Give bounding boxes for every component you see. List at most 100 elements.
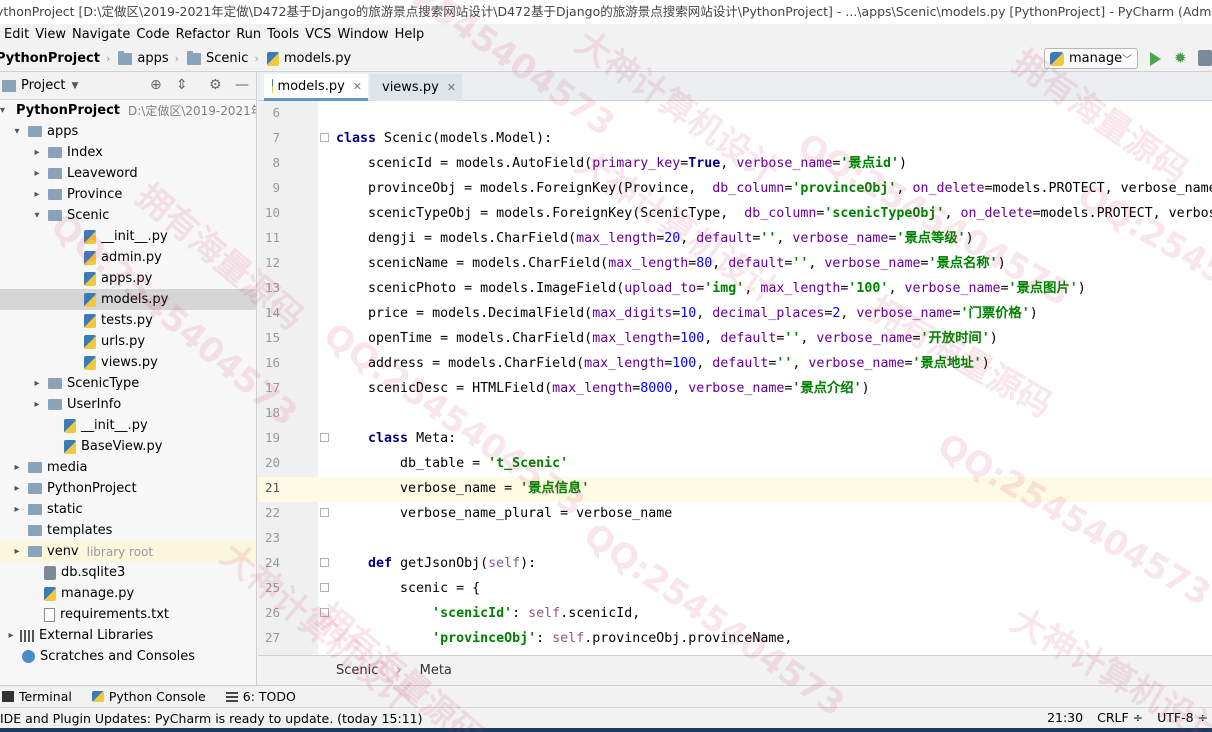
python-console-button[interactable]: Python Console bbox=[90, 689, 206, 704]
tree-item[interactable]: ▾ Scenic bbox=[0, 205, 256, 226]
breadcrumb-meta[interactable]: Meta bbox=[420, 663, 452, 678]
menu-edit[interactable]: Edit bbox=[4, 25, 35, 45]
tree-item[interactable]: models.py bbox=[0, 289, 256, 310]
code-line[interactable]: scenicTypeObj = models.ForeignKey(Scenic… bbox=[336, 205, 1212, 223]
nav-crumb-file[interactable]: › models.py bbox=[248, 51, 351, 66]
nav-crumb-scenic[interactable]: › Scenic bbox=[169, 50, 248, 66]
code-line[interactable]: verbose_name_plural = verbose_name bbox=[336, 505, 672, 523]
tab-views-py[interactable]: views.py ✕ bbox=[370, 74, 462, 101]
chevron-down-icon[interactable]: ▾ bbox=[0, 105, 5, 116]
stop-icon[interactable] bbox=[1198, 50, 1212, 66]
menu-refactor[interactable]: Refactor bbox=[176, 25, 237, 45]
tree-item[interactable]: ▸ static bbox=[0, 499, 256, 520]
tree-item[interactable]: ▾ PythonProject D:\定做区\2019-2021年定 bbox=[0, 100, 256, 121]
menu-window[interactable]: Window bbox=[337, 25, 394, 45]
code-line[interactable]: db_table = 't_Scenic' bbox=[336, 455, 568, 473]
breadcrumb-class[interactable]: Scenic bbox=[336, 663, 378, 678]
chevron-right-icon[interactable]: ▸ bbox=[32, 189, 42, 200]
tree-item[interactable]: admin.py bbox=[0, 247, 256, 268]
tree-item[interactable]: manage.py bbox=[0, 583, 256, 604]
code-line[interactable]: 'scenicId': self.scenicId, bbox=[336, 605, 640, 623]
chevron-right-icon[interactable]: ▸ bbox=[12, 462, 22, 473]
close-icon[interactable]: ✕ bbox=[353, 80, 362, 93]
tree-item[interactable]: ▸ ScenicType bbox=[0, 373, 256, 394]
nav-crumb-apps[interactable]: › apps bbox=[100, 50, 169, 66]
tree-item[interactable]: ▸ Leaveword bbox=[0, 163, 256, 184]
terminal-button[interactable]: Terminal bbox=[0, 689, 72, 704]
chevron-right-icon[interactable]: ▸ bbox=[12, 504, 22, 515]
line-separator[interactable]: CRLF ÷ bbox=[1097, 710, 1143, 725]
fold-marker-icon[interactable] bbox=[320, 433, 329, 442]
tree-item[interactable]: ▸ UserInfo bbox=[0, 394, 256, 415]
fold-marker-icon[interactable] bbox=[320, 558, 329, 567]
chevron-right-icon[interactable]: ▸ bbox=[32, 168, 42, 179]
locate-icon[interactable]: ⊕ bbox=[150, 78, 162, 92]
close-icon[interactable]: ✕ bbox=[447, 81, 456, 94]
menu-vcs[interactable]: VCS bbox=[305, 25, 337, 45]
nav-crumb-project[interactable]: PythonProject bbox=[0, 51, 100, 66]
chevron-right-icon[interactable]: ▸ bbox=[12, 546, 22, 557]
tree-item[interactable]: urls.py bbox=[0, 331, 256, 352]
code-line[interactable]: class Meta: bbox=[336, 430, 456, 448]
code-line[interactable]: price = models.DecimalField(max_digits=1… bbox=[336, 305, 1038, 323]
chevron-right-icon[interactable]: ▸ bbox=[32, 399, 42, 410]
status-message[interactable]: IDE and Plugin Updates: PyCharm is ready… bbox=[0, 711, 422, 726]
code-line[interactable]: 'provinceObj': self.provinceObj.province… bbox=[336, 630, 792, 648]
project-view-select[interactable]: Project bbox=[21, 78, 65, 93]
chevron-down-icon[interactable]: ▼ bbox=[71, 81, 78, 91]
minimize-icon[interactable]: — bbox=[235, 78, 249, 92]
tab-models-py[interactable]: models.py ✕ bbox=[264, 74, 368, 101]
fold-marker-icon[interactable] bbox=[320, 608, 329, 617]
tree-item[interactable]: ▾ apps bbox=[0, 121, 256, 142]
caret-position[interactable]: 21:30 bbox=[1047, 710, 1083, 725]
tree-item[interactable]: apps.py bbox=[0, 268, 256, 289]
code-line[interactable]: scenicId = models.AutoField(primary_key=… bbox=[336, 155, 907, 173]
code-line[interactable]: scenicName = models.CharField(max_length… bbox=[336, 255, 1006, 273]
tree-item[interactable]: ▸ PythonProject bbox=[0, 478, 256, 499]
collapse-icon[interactable]: ⇕ bbox=[176, 78, 188, 92]
code-line[interactable]: provinceObj = models.ForeignKey(Province… bbox=[336, 180, 1212, 198]
code-line[interactable]: openTime = models.CharField(max_length=1… bbox=[336, 330, 998, 348]
tree-item[interactable]: ▸ Index bbox=[0, 142, 256, 163]
tree-item[interactable]: requirements.txt bbox=[0, 604, 256, 625]
code-line[interactable]: scenicPhoto = models.ImageField(upload_t… bbox=[336, 280, 1086, 298]
gear-icon[interactable]: ⚙ bbox=[209, 78, 222, 92]
run-icon[interactable] bbox=[1150, 52, 1161, 66]
chevron-down-icon[interactable]: ▾ bbox=[32, 210, 42, 221]
tree-item[interactable]: Scratches and Consoles bbox=[0, 646, 256, 667]
tree-item[interactable]: views.py bbox=[0, 352, 256, 373]
tree-item[interactable]: templates bbox=[0, 520, 256, 541]
code-line[interactable]: def getJsonObj(self): bbox=[336, 555, 536, 573]
chevron-down-icon[interactable]: ▾ bbox=[12, 126, 22, 137]
menu-tools[interactable]: Tools bbox=[267, 25, 305, 45]
tree-item[interactable]: tests.py bbox=[0, 310, 256, 331]
fold-marker-icon[interactable] bbox=[320, 583, 329, 592]
code-line[interactable]: class Scenic(models.Model): bbox=[336, 130, 552, 148]
menu-help[interactable]: Help bbox=[395, 25, 431, 45]
menu-view[interactable]: View bbox=[35, 25, 72, 45]
debug-icon[interactable]: ✹ bbox=[1174, 50, 1188, 66]
tree-item[interactable]: ▸ Province bbox=[0, 184, 256, 205]
code-line[interactable]: scenic = { bbox=[336, 580, 480, 598]
tree-item[interactable]: ▸ venv library root bbox=[0, 541, 256, 562]
code-line[interactable]: verbose_name = '景点信息' bbox=[336, 480, 589, 498]
menu-run[interactable]: Run bbox=[236, 25, 267, 45]
tree-item[interactable]: db.sqlite3 bbox=[0, 562, 256, 583]
tree-item[interactable]: ▸ media bbox=[0, 457, 256, 478]
menu-navigate[interactable]: Navigate bbox=[72, 25, 136, 45]
tree-item[interactable]: __init__.py bbox=[0, 226, 256, 247]
chevron-right-icon[interactable]: ▸ bbox=[6, 630, 16, 641]
file-encoding[interactable]: UTF-8 ÷ bbox=[1157, 710, 1208, 725]
tree-item[interactable]: BaseView.py bbox=[0, 436, 256, 457]
run-configuration-select[interactable]: manage ﹀ bbox=[1044, 48, 1138, 69]
code-line[interactable]: scenicDesc = HTMLField(max_length=8000, … bbox=[336, 380, 870, 398]
todo-button[interactable]: 6: TODO bbox=[224, 689, 296, 704]
tree-item[interactable]: ▸ External Libraries bbox=[0, 625, 256, 646]
chevron-right-icon[interactable]: ▸ bbox=[12, 483, 22, 494]
tree-item[interactable]: __init__.py bbox=[0, 415, 256, 436]
fold-marker-icon[interactable] bbox=[320, 508, 329, 517]
code-line[interactable]: address = models.CharField(max_length=10… bbox=[336, 355, 990, 373]
chevron-right-icon[interactable]: ▸ bbox=[32, 147, 42, 158]
code-line[interactable]: dengji = models.CharField(max_length=20,… bbox=[336, 230, 974, 248]
fold-marker-icon[interactable] bbox=[320, 133, 329, 142]
